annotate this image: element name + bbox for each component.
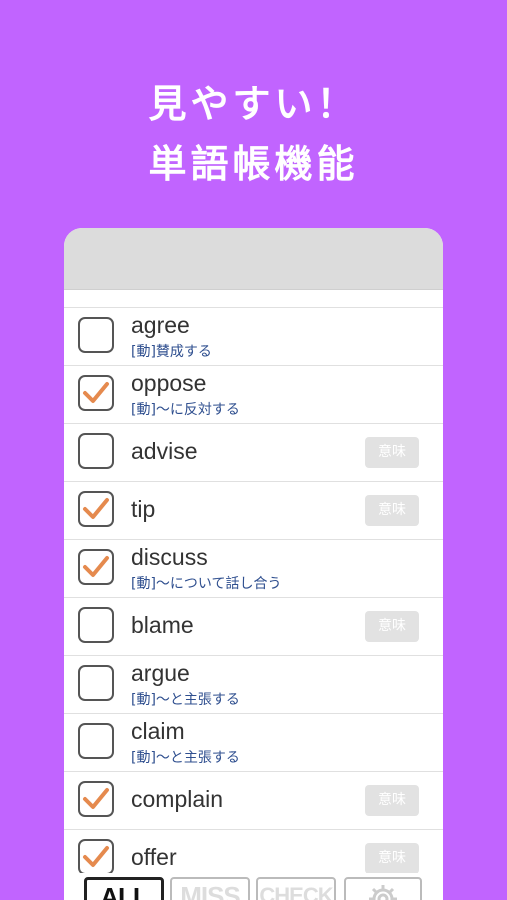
word-list: agree [動]賛成する oppose [動]〜に反対する advise 意味 tip 意味…	[64, 307, 443, 893]
word-row[interactable]: advise 意味	[64, 423, 443, 481]
wordbook-card: agree [動]賛成する oppose [動]〜に反対する advise 意味 tip 意味…	[64, 228, 443, 900]
show-meaning-button[interactable]: 意味	[365, 437, 419, 468]
checkmark-icon	[83, 788, 109, 809]
bottom-tab-bar: ALL MISS CHECK	[64, 873, 443, 900]
word-meaning: [動]〜について話し合う	[131, 576, 282, 592]
word-meaning: [動]賛成する	[131, 344, 212, 360]
checkbox[interactable]	[78, 781, 114, 817]
show-meaning-button[interactable]: 意味	[365, 785, 419, 816]
tab-check[interactable]: CHECK	[256, 877, 336, 900]
checkbox[interactable]	[78, 607, 114, 643]
tab-all[interactable]: ALL	[84, 877, 164, 900]
word-row[interactable]: agree [動]賛成する	[64, 307, 443, 365]
headline-line2: 単語帳機能	[148, 142, 359, 186]
checkbox[interactable]	[78, 491, 114, 527]
checkmark-icon	[83, 382, 109, 403]
checkbox[interactable]	[78, 665, 114, 701]
word-meaning: [動]〜と主張する	[131, 692, 240, 708]
checkbox[interactable]	[78, 317, 114, 353]
checkmark-icon	[83, 846, 109, 867]
word-row[interactable]: complain 意味	[64, 771, 443, 829]
word-text: discuss	[131, 544, 208, 570]
word-row[interactable]: discuss [動]〜について話し合う	[64, 539, 443, 597]
show-meaning-button[interactable]: 意味	[365, 843, 419, 874]
word-row[interactable]: blame 意味	[64, 597, 443, 655]
headline: 見やすい！ 単語帳機能	[0, 74, 507, 194]
word-text: offer	[131, 844, 177, 870]
checkbox[interactable]	[78, 839, 114, 875]
word-row[interactable]: oppose [動]〜に反対する	[64, 365, 443, 423]
word-text: advise	[131, 438, 198, 464]
word-text: oppose	[131, 370, 207, 396]
word-text: argue	[131, 660, 190, 686]
word-row[interactable]: tip 意味	[64, 481, 443, 539]
settings-button[interactable]	[344, 877, 422, 900]
show-meaning-button[interactable]: 意味	[365, 495, 419, 526]
card-header	[64, 228, 443, 290]
word-row[interactable]: argue [動]〜と主張する	[64, 655, 443, 713]
word-text: agree	[131, 312, 190, 338]
checkmark-icon	[83, 556, 109, 577]
gear-icon	[369, 885, 397, 900]
word-text: blame	[131, 612, 194, 638]
show-meaning-button[interactable]: 意味	[365, 611, 419, 642]
checkbox[interactable]	[78, 549, 114, 585]
headline-line1: 見やすい！	[148, 82, 359, 126]
checkbox[interactable]	[78, 433, 114, 469]
tab-miss[interactable]: MISS	[170, 877, 250, 900]
word-meaning: [動]〜と主張する	[131, 750, 240, 766]
word-text: complain	[131, 786, 224, 812]
word-text: claim	[131, 718, 185, 744]
word-text: tip	[131, 496, 156, 522]
checkbox[interactable]	[78, 723, 114, 759]
checkbox[interactable]	[78, 375, 114, 411]
checkmark-icon	[83, 498, 109, 519]
word-meaning: [動]〜に反対する	[131, 402, 240, 418]
word-row[interactable]: claim [動]〜と主張する	[64, 713, 443, 771]
